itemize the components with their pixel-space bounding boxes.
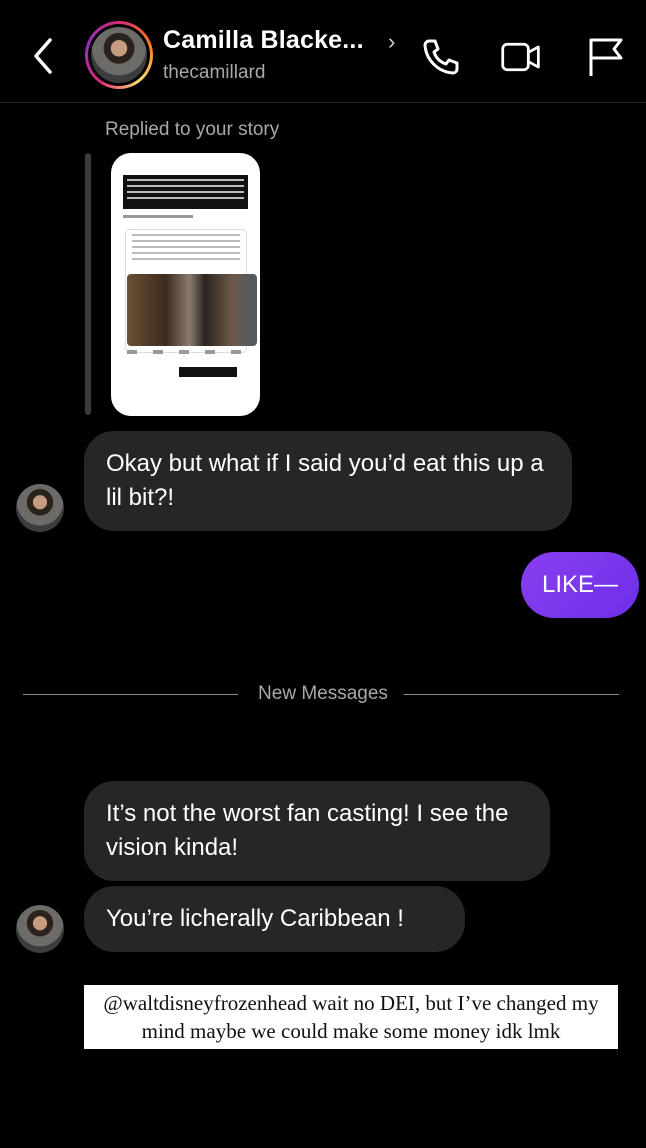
incoming-message-bubble[interactable]: You’re licherally Caribbean ! — [84, 886, 465, 952]
story-post-image — [127, 274, 257, 346]
story-caption-block — [123, 175, 248, 209]
story-post-author — [123, 215, 193, 218]
overlay-caption: @waltdisneyfrozenhead wait no DEI, but I… — [84, 985, 618, 1049]
back-arrow-icon[interactable] — [28, 36, 60, 76]
chat-header: Camilla Blacke... › thecamillard — [0, 0, 646, 103]
flag-icon[interactable] — [584, 36, 626, 78]
video-camera-icon[interactable] — [500, 36, 542, 78]
divider-line-right — [404, 694, 619, 695]
incoming-message-bubble[interactable]: It’s not the worst fan casting! I see th… — [84, 781, 550, 881]
profile-avatar[interactable] — [85, 21, 153, 89]
story-post-actions — [127, 350, 257, 354]
story-reply-bar — [85, 153, 91, 415]
replied-to-story-label: Replied to your story — [105, 119, 280, 140]
phone-icon[interactable] — [420, 36, 462, 78]
story-thumbnail[interactable] — [111, 153, 260, 416]
contact-name[interactable]: Camilla Blacke... — [163, 26, 364, 55]
avatar-photo — [91, 27, 147, 83]
sender-avatar[interactable] — [16, 484, 64, 532]
chevron-right-icon[interactable]: › — [388, 29, 395, 55]
contact-handle[interactable]: thecamillard — [163, 62, 265, 84]
sender-avatar[interactable] — [16, 905, 64, 953]
incoming-message-bubble[interactable]: Okay but what if I said you’d eat this u… — [84, 431, 572, 531]
outgoing-message-bubble[interactable]: LIKE— — [521, 552, 639, 618]
story-sticker — [179, 367, 237, 377]
